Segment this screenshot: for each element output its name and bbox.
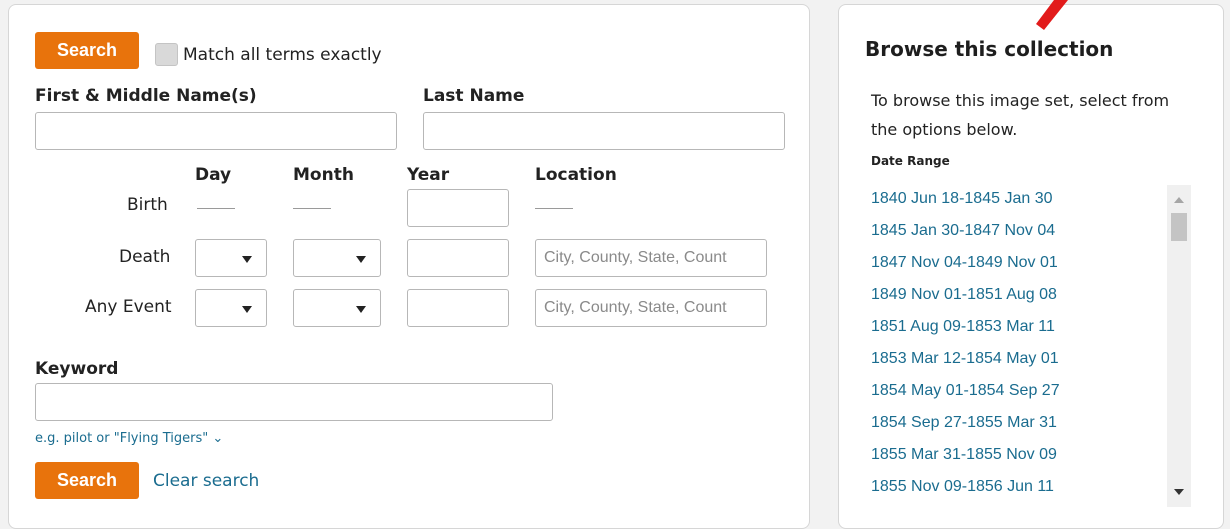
date-range-link[interactable]: 1840 Jun 18-1845 Jan 30 xyxy=(871,183,1141,215)
any-event-day-select[interactable] xyxy=(195,289,267,327)
any-event-month-select[interactable] xyxy=(293,289,381,327)
browse-collection-panel: Browse this collection To browse this im… xyxy=(838,4,1224,529)
annotation-arrow-icon xyxy=(1036,0,1068,30)
chevron-down-icon xyxy=(356,256,366,263)
date-list-scrollbar[interactable] xyxy=(1167,185,1191,507)
death-day-select[interactable] xyxy=(195,239,267,277)
date-range-link[interactable]: 1855 Nov 09-1856 Jun 11 xyxy=(871,471,1141,503)
browse-title: Browse this collection xyxy=(865,37,1114,61)
bottom-search-button[interactable]: Search xyxy=(35,462,139,499)
any-event-row-label: Any Event xyxy=(85,297,172,317)
date-range-list: 1840 Jun 18-1845 Jan 30 1845 Jan 30-1847 … xyxy=(871,183,1141,503)
birth-location-unavailable xyxy=(535,208,573,209)
last-name-input[interactable] xyxy=(423,112,785,150)
date-range-link[interactable]: 1854 Sep 27-1855 Mar 31 xyxy=(871,407,1141,439)
month-column-header: Month xyxy=(293,165,354,185)
scroll-thumb[interactable] xyxy=(1171,213,1187,241)
location-placeholder: City, County, State, Count xyxy=(544,299,727,316)
first-name-label: First & Middle Name(s) xyxy=(35,86,257,106)
birth-day-unavailable xyxy=(197,208,235,209)
chevron-down-icon: ⌄ xyxy=(212,431,224,446)
chevron-down-icon xyxy=(356,306,366,313)
keyword-hint[interactable]: e.g. pilot or "Flying Tigers" ⌄ xyxy=(35,431,223,446)
date-range-link[interactable]: 1851 Aug 09-1853 Mar 11 xyxy=(871,311,1141,343)
location-placeholder: City, County, State, Count xyxy=(544,249,727,266)
date-range-link[interactable]: 1845 Jan 30-1847 Nov 04 xyxy=(871,215,1141,247)
match-exact-checkbox[interactable] xyxy=(155,43,178,66)
day-column-header: Day xyxy=(195,165,232,185)
first-name-input[interactable] xyxy=(35,112,397,150)
date-range-link[interactable]: 1855 Mar 31-1855 Nov 09 xyxy=(871,439,1141,471)
any-event-location-input[interactable]: City, County, State, Count xyxy=(535,289,767,327)
keyword-label: Keyword xyxy=(35,359,119,379)
chevron-down-icon xyxy=(242,306,252,313)
date-range-link[interactable]: 1854 May 01-1854 Sep 27 xyxy=(871,375,1141,407)
birth-row-label: Birth xyxy=(127,195,168,215)
location-column-header: Location xyxy=(535,165,617,185)
last-name-label: Last Name xyxy=(423,86,525,106)
year-column-header: Year xyxy=(407,165,450,185)
browse-description-line-1: To browse this image set, select from xyxy=(871,91,1170,110)
scroll-up-icon[interactable] xyxy=(1174,197,1184,203)
death-row-label: Death xyxy=(119,247,171,267)
birth-year-input[interactable] xyxy=(407,189,509,227)
match-exact-label: Match all terms exactly xyxy=(183,45,382,65)
date-range-link[interactable]: 1849 Nov 01-1851 Aug 08 xyxy=(871,279,1141,311)
date-range-link[interactable]: 1853 Mar 12-1854 May 01 xyxy=(871,343,1141,375)
browse-description-line-2: the options below. xyxy=(871,120,1018,139)
death-year-input[interactable] xyxy=(407,239,509,277)
death-location-input[interactable]: City, County, State, Count xyxy=(535,239,767,277)
chevron-down-icon xyxy=(242,256,252,263)
keyword-hint-text: e.g. pilot or "Flying Tigers" xyxy=(35,431,209,446)
scroll-down-icon[interactable] xyxy=(1174,489,1184,495)
birth-month-unavailable xyxy=(293,208,331,209)
search-form-panel: Search Match all terms exactly First & M… xyxy=(8,4,810,529)
any-event-year-input[interactable] xyxy=(407,289,509,327)
keyword-input[interactable] xyxy=(35,383,553,421)
clear-search-link[interactable]: Clear search xyxy=(153,471,259,491)
date-range-label: Date Range xyxy=(871,154,950,168)
death-month-select[interactable] xyxy=(293,239,381,277)
date-range-link[interactable]: 1847 Nov 04-1849 Nov 01 xyxy=(871,247,1141,279)
search-button[interactable]: Search xyxy=(35,32,139,69)
